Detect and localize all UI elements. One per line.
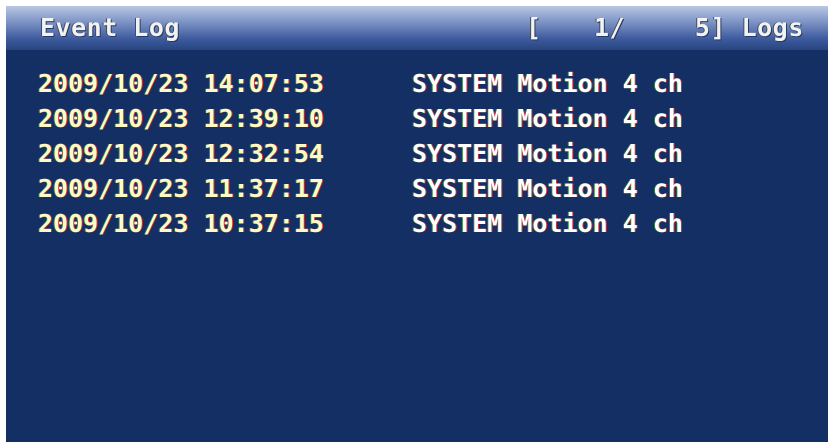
log-source: SYSTEM — [412, 69, 503, 98]
log-channel: 4 ch — [622, 69, 683, 98]
log-timestamp: 2009/10/23 14:07:53 — [38, 69, 324, 98]
log-event-type: Motion — [517, 174, 608, 203]
log-channel: 4 ch — [622, 209, 683, 238]
log-event-type: Motion — [517, 104, 608, 133]
total-logs: 5] — [694, 13, 726, 42]
event-log-screen: Event Log [1/5] Logs 2009/10/23 14:07:53… — [6, 6, 828, 442]
log-source: SYSTEM — [412, 174, 503, 203]
log-timestamp: 2009/10/23 12:39:10 — [38, 104, 324, 133]
log-event-type: Motion — [517, 69, 608, 98]
title-bar: Event Log [1/5] Logs — [6, 6, 828, 50]
pager-open-bracket: [ — [526, 13, 542, 42]
log-entry[interactable]: 2009/10/23 10:37:15 SYSTEM Motion 4 ch — [38, 206, 683, 241]
log-source: SYSTEM — [412, 209, 503, 238]
logs-label: Logs — [741, 13, 804, 42]
log-list: 2009/10/23 14:07:53 SYSTEM Motion 4 ch 20… — [38, 66, 683, 241]
log-timestamp: 2009/10/23 10:37:15 — [38, 209, 324, 238]
page-title: Event Log — [40, 13, 180, 42]
log-entry[interactable]: 2009/10/23 12:32:54 SYSTEM Motion 4 ch — [38, 136, 683, 171]
log-channel: 4 ch — [622, 139, 683, 168]
log-event-type: Motion — [517, 139, 608, 168]
log-timestamp: 2009/10/23 12:32:54 — [38, 139, 324, 168]
log-entry[interactable]: 2009/10/23 14:07:53 SYSTEM Motion 4 ch — [38, 66, 683, 101]
log-entry[interactable]: 2009/10/23 11:37:17 SYSTEM Motion 4 ch — [38, 171, 683, 206]
current-page: 1/ — [594, 13, 626, 42]
log-source: SYSTEM — [412, 139, 503, 168]
log-entry[interactable]: 2009/10/23 12:39:10 SYSTEM Motion 4 ch — [38, 101, 683, 136]
log-event-type: Motion — [517, 209, 608, 238]
log-channel: 4 ch — [622, 174, 683, 203]
log-timestamp: 2009/10/23 11:37:17 — [38, 174, 324, 203]
log-channel: 4 ch — [622, 104, 683, 133]
log-source: SYSTEM — [412, 104, 503, 133]
log-pager: [1/5] Logs — [526, 13, 804, 42]
